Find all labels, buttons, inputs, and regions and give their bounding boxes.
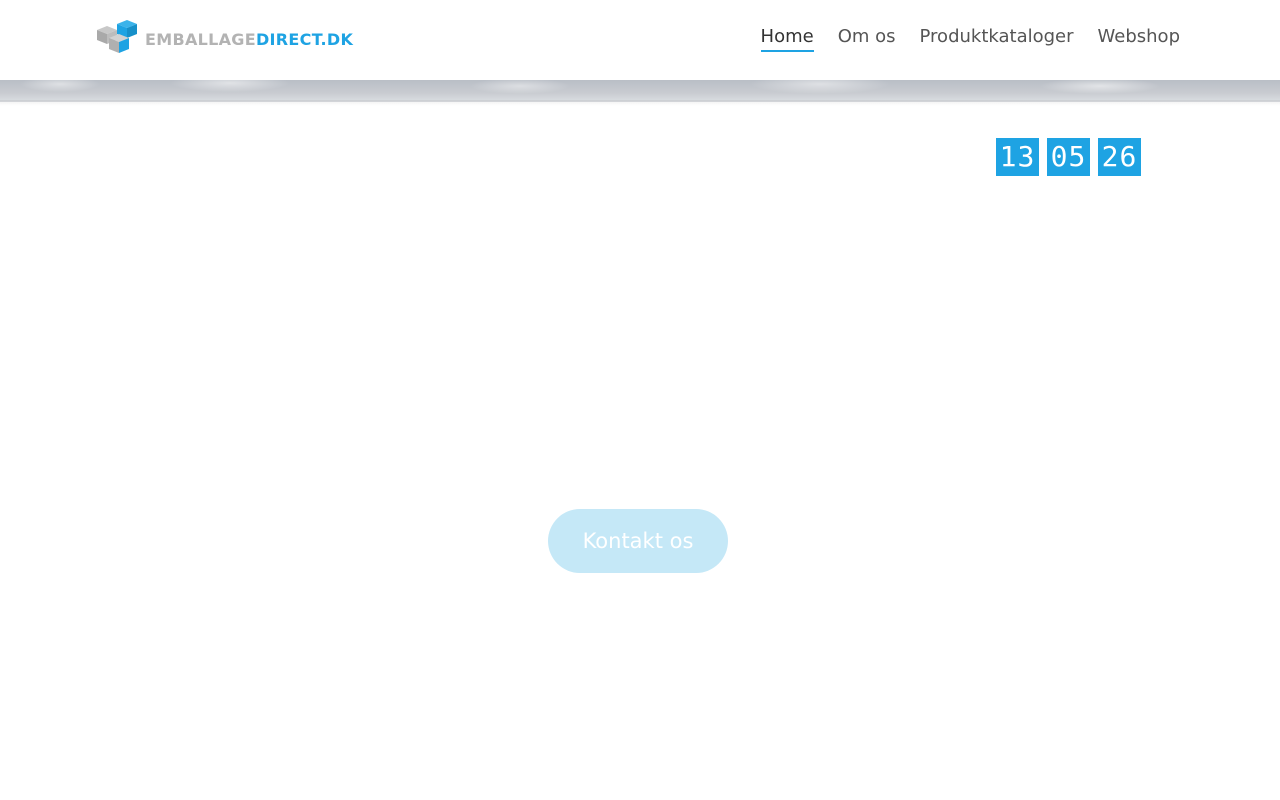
site-header: EMBALLAGEDIRECT.DK Home Om os Produktkat… (0, 0, 1280, 80)
contact-button[interactable]: Kontakt os (548, 509, 728, 573)
box-icon (97, 20, 137, 53)
main-nav: Home Om os Produktkataloger Webshop (760, 26, 1180, 52)
nav-item-produktkataloger[interactable]: Produktkataloger (920, 26, 1074, 52)
nav-item-home[interactable]: Home (760, 26, 814, 52)
nav-item-webshop[interactable]: Webshop (1098, 26, 1180, 52)
clock-minutes: 05 (1047, 138, 1090, 176)
logo-wordmark-part2: DIRECT.DK (255, 30, 354, 49)
clock-seconds: 26 (1098, 138, 1141, 176)
logo-wordmark: EMBALLAGEDIRECT.DK (145, 32, 353, 48)
clock-hours: 13 (996, 138, 1039, 176)
digital-clock: 13 05 26 (996, 138, 1141, 176)
nav-item-om-os[interactable]: Om os (838, 26, 896, 52)
site-logo[interactable]: EMBALLAGEDIRECT.DK (95, 19, 353, 55)
hero-background-fade (0, 100, 1280, 106)
logo-wordmark-part1: EMBALLAGE (145, 30, 256, 49)
hero-background-image (0, 80, 1280, 102)
